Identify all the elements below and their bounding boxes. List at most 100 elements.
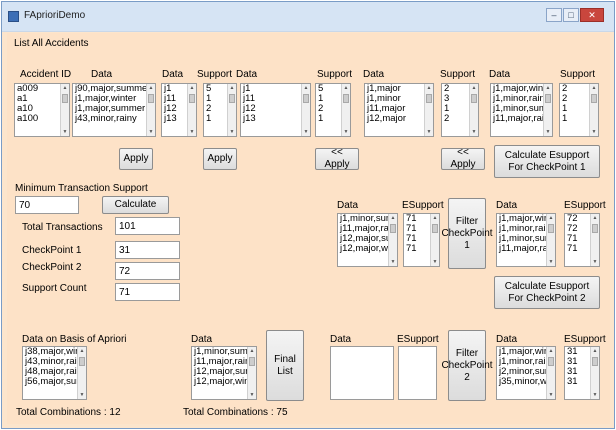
final-result-data-list[interactable] [330, 346, 394, 400]
data-list[interactable]: j1,major,winter j1,minor,rainy j1,minor,su… [490, 83, 553, 137]
scroll-thumb[interactable] [591, 94, 597, 103]
scroll-down-arrow-icon[interactable]: ▼ [545, 129, 551, 135]
scroll-up-arrow-icon[interactable]: ▲ [591, 85, 597, 91]
scroll-thumb[interactable] [548, 224, 554, 233]
scroll-thumb[interactable] [471, 94, 477, 103]
data-list[interactable]: j1 j11 j12 j13 ▲ ▼ [161, 83, 197, 137]
support-list[interactable]: 5 1 2 1 ▲ ▼ [315, 83, 351, 137]
scrollbar[interactable]: ▲ ▼ [146, 84, 155, 136]
min-support-input[interactable]: 70 [15, 196, 79, 214]
maximize-button[interactable]: □ [563, 8, 579, 22]
scrollbar[interactable]: ▲ ▼ [388, 214, 397, 266]
scroll-up-arrow-icon[interactable]: ▲ [229, 85, 235, 91]
final-result-esupport-list[interactable] [398, 346, 437, 400]
scroll-down-arrow-icon[interactable]: ▼ [591, 129, 597, 135]
support-count-field[interactable]: 71 [115, 283, 180, 301]
scrollbar[interactable]: ▲ ▼ [546, 214, 555, 266]
scrollbar[interactable]: ▲ ▼ [301, 84, 310, 136]
scroll-down-arrow-icon[interactable]: ▼ [592, 259, 598, 265]
scroll-thumb[interactable] [426, 94, 432, 103]
scroll-up-arrow-icon[interactable]: ▲ [592, 348, 598, 354]
scroll-thumb[interactable] [592, 357, 598, 366]
checkpoint2-field[interactable]: 72 [115, 262, 180, 280]
cp2-data-list[interactable]: j1,major,winter j1,minor,rainy j2,minor,su… [496, 346, 556, 400]
data-list[interactable]: j1 j11 j12 j13 ▲ ▼ [240, 83, 311, 137]
scroll-down-arrow-icon[interactable]: ▼ [548, 392, 554, 398]
scrollbar[interactable]: ▲ ▼ [546, 347, 555, 399]
scroll-down-arrow-icon[interactable]: ▼ [548, 259, 554, 265]
scrollbar[interactable]: ▲ ▼ [60, 84, 69, 136]
cp2-esupport-list[interactable]: 31 31 31 31 ▲ ▼ [564, 346, 600, 400]
support-list[interactable]: 2 2 1 1 ▲ ▼ [559, 83, 599, 137]
scroll-down-arrow-icon[interactable]: ▼ [249, 392, 255, 398]
scrollbar[interactable]: ▲ ▼ [341, 84, 350, 136]
scroll-up-arrow-icon[interactable]: ▲ [545, 85, 551, 91]
scroll-up-arrow-icon[interactable]: ▲ [432, 215, 438, 221]
list-item[interactable]: j1,major,summer [73, 104, 155, 114]
scrollbar[interactable]: ▲ ▼ [77, 347, 86, 399]
scroll-up-arrow-icon[interactable]: ▲ [62, 85, 68, 91]
scroll-up-arrow-icon[interactable]: ▲ [592, 215, 598, 221]
scroll-down-arrow-icon[interactable]: ▼ [432, 259, 438, 265]
scroll-down-arrow-icon[interactable]: ▼ [62, 129, 68, 135]
scroll-down-arrow-icon[interactable]: ▼ [426, 129, 432, 135]
scroll-thumb[interactable] [249, 357, 255, 366]
scroll-down-arrow-icon[interactable]: ▼ [592, 392, 598, 398]
list-item[interactable]: j12,major [365, 114, 433, 124]
filter1-esupport-list[interactable]: 71 71 71 71 ▲ ▼ [403, 213, 440, 267]
data-list[interactable]: j1,major j1,minor j11,major j12,major ▲ ▼ [364, 83, 434, 137]
scroll-down-arrow-icon[interactable]: ▼ [189, 129, 195, 135]
scroll-thumb[interactable] [545, 94, 551, 103]
cp1-data-list[interactable]: j1,major,winter j1,minor,rainy j1,minor,su… [496, 213, 556, 267]
scroll-up-arrow-icon[interactable]: ▲ [189, 85, 195, 91]
scroll-up-arrow-icon[interactable]: ▲ [79, 348, 85, 354]
scroll-down-arrow-icon[interactable]: ▼ [303, 129, 309, 135]
scrollbar[interactable]: ▲ ▼ [227, 84, 236, 136]
scroll-thumb[interactable] [343, 94, 349, 103]
scroll-thumb[interactable] [148, 94, 154, 103]
minimize-button[interactable]: – [546, 8, 562, 22]
scroll-thumb[interactable] [592, 224, 598, 233]
scroll-down-arrow-icon[interactable]: ▼ [229, 129, 235, 135]
scrollbar[interactable]: ▲ ▼ [247, 347, 256, 399]
scroll-down-arrow-icon[interactable]: ▼ [148, 129, 154, 135]
list-item[interactable]: j11,major [365, 104, 433, 114]
scroll-up-arrow-icon[interactable]: ▲ [249, 348, 255, 354]
scroll-up-arrow-icon[interactable]: ▲ [548, 348, 554, 354]
scroll-up-arrow-icon[interactable]: ▲ [343, 85, 349, 91]
scroll-thumb[interactable] [390, 224, 396, 233]
list-item[interactable]: j1 [241, 84, 310, 94]
list-item[interactable]: j1,minor [365, 94, 433, 104]
final-list-button[interactable]: Final List [266, 330, 304, 401]
apply-button[interactable]: Apply [119, 148, 153, 170]
apply-back-button[interactable]: << Apply [315, 147, 359, 170]
calculate-esupport-cp1-button[interactable]: Calculate Esupport For CheckPoint 1 [494, 145, 600, 178]
scroll-thumb[interactable] [62, 94, 68, 103]
list-item[interactable]: j11 [241, 94, 310, 104]
accident-id-list[interactable]: a009 a1 a10 a100 ▲ ▼ [14, 83, 70, 137]
scroll-down-arrow-icon[interactable]: ▼ [343, 129, 349, 135]
list-item[interactable]: j43,minor,rainy [73, 114, 155, 124]
calculate-button[interactable]: Calculate [102, 196, 169, 214]
scrollbar[interactable]: ▲ ▼ [590, 347, 599, 399]
filter-cp2-button[interactable]: Filter CheckPoint 2 [441, 330, 493, 401]
support-list[interactable]: 5 1 2 1 ▲ ▼ [203, 83, 237, 137]
scroll-thumb[interactable] [548, 357, 554, 366]
scrollbar[interactable]: ▲ ▼ [424, 84, 433, 136]
filter1-data-list[interactable]: j1,minor,summ j11,major,rainy j12,major,su… [337, 213, 398, 267]
apply-button[interactable]: Apply [203, 148, 237, 170]
list-item[interactable]: j1,major,winter [73, 94, 155, 104]
scroll-thumb[interactable] [229, 94, 235, 103]
list-item[interactable]: j1,major [365, 84, 433, 94]
list-item[interactable]: j90,major,summer [73, 84, 155, 94]
scroll-up-arrow-icon[interactable]: ▲ [303, 85, 309, 91]
data-list[interactable]: j90,major,summer j1,major,winter j1,major,… [72, 83, 156, 137]
scroll-down-arrow-icon[interactable]: ▼ [390, 259, 396, 265]
checkpoint1-field[interactable]: 31 [115, 241, 180, 259]
scroll-thumb[interactable] [189, 94, 195, 103]
calculate-esupport-cp2-button[interactable]: Calculate Esupport For CheckPoint 2 [494, 276, 600, 309]
list-item[interactable]: j13 [241, 114, 310, 124]
scroll-up-arrow-icon[interactable]: ▲ [548, 215, 554, 221]
final-data-list[interactable]: j1,minor,summ j11,major,rainy j12,major,su… [191, 346, 257, 400]
apriori-data-list[interactable]: j38,major,winte j43,minor,rainy j48,major,… [22, 346, 87, 400]
